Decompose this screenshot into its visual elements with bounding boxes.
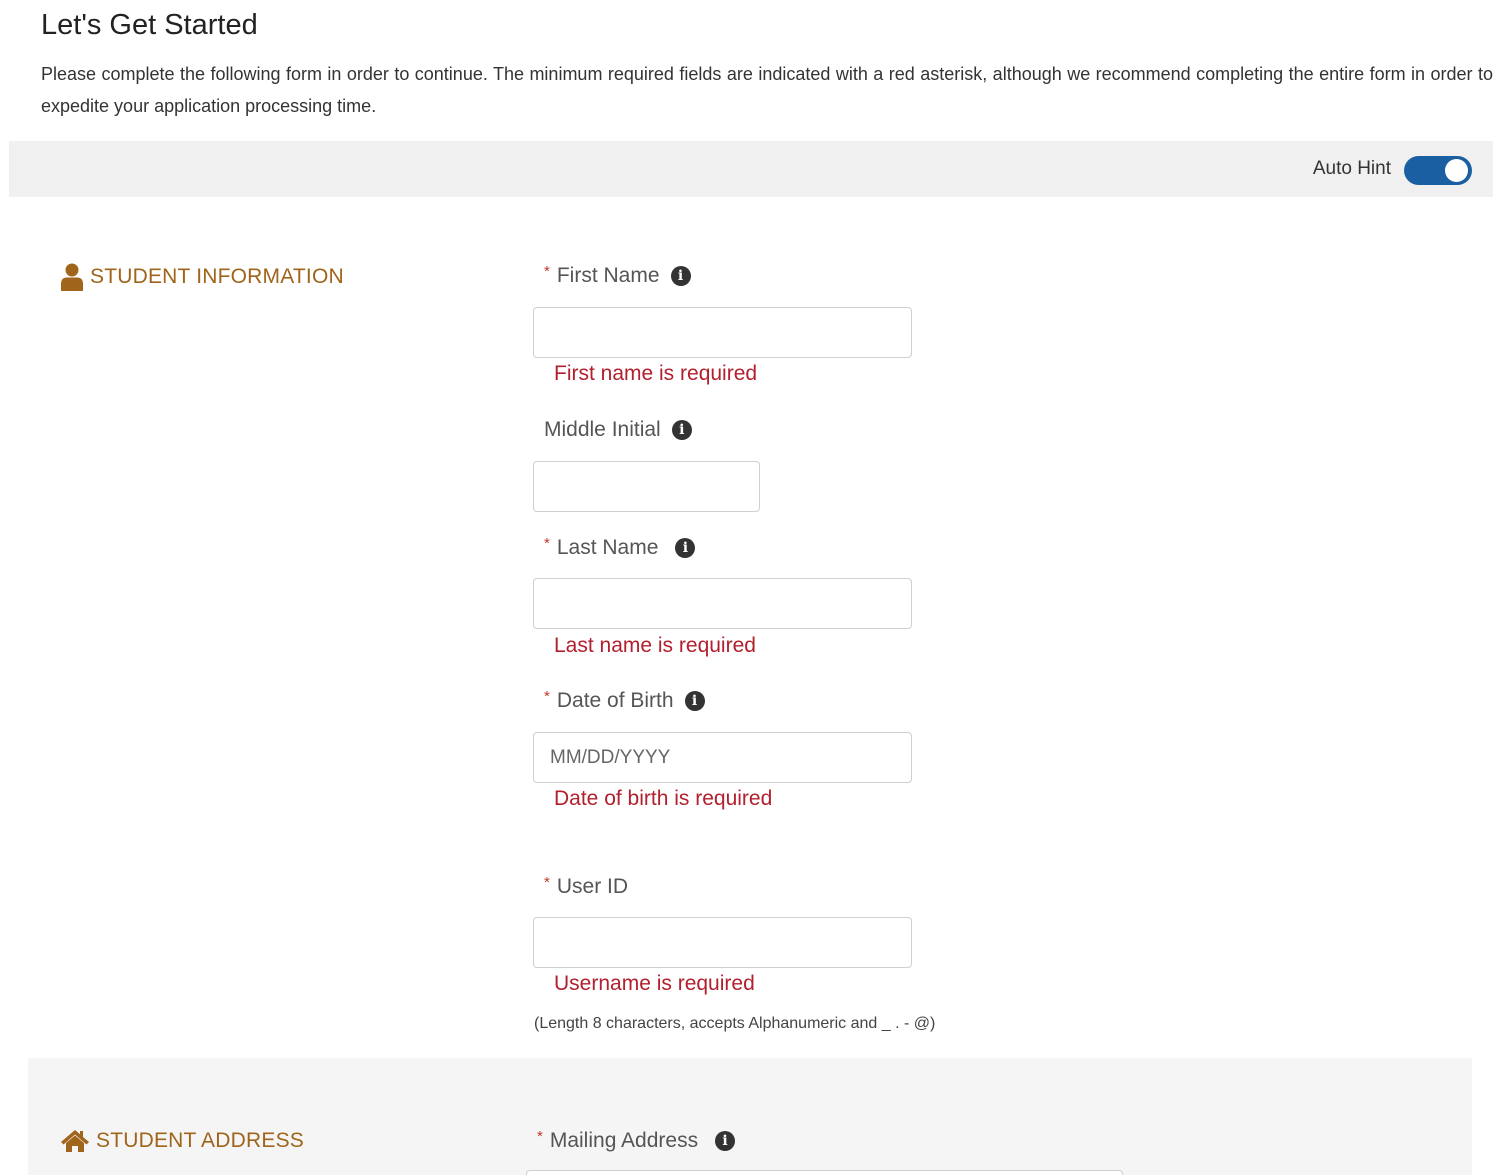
info-icon[interactable]: i [670, 266, 691, 286]
date-of-birth-error: Date of birth is required [554, 787, 773, 810]
label-text: Date of Birth [556, 689, 674, 712]
user-icon [61, 263, 83, 291]
user-id-help-text: (Length 8 characters, accepts Alphanumer… [534, 1015, 936, 1032]
toggle-knob [1445, 159, 1468, 182]
date-of-birth-label: * Date of Birth i [544, 687, 705, 713]
first-name-label: * First Name i [544, 262, 691, 288]
application-form-page: Let's Get Started Please complete the fo… [0, 0, 1511, 1175]
student-address-section [28, 1058, 1472, 1175]
date-of-birth-input[interactable] [533, 732, 912, 783]
info-icon[interactable]: i [675, 538, 696, 558]
label-text: Last Name [556, 536, 659, 559]
info-icon[interactable]: i [684, 691, 705, 711]
info-icon[interactable]: i [671, 420, 692, 440]
page-title: Let's Get Started [41, 9, 258, 41]
mailing-address-input[interactable] [526, 1170, 1123, 1175]
middle-initial-label: Middle Initial i [544, 418, 692, 442]
label-text: Mailing Address [549, 1129, 699, 1152]
first-name-error: First name is required [554, 362, 758, 385]
auto-hint-toggle[interactable] [1404, 156, 1472, 185]
section-title: STUDENT INFORMATION [90, 265, 344, 288]
middle-initial-input[interactable] [533, 461, 760, 512]
required-asterisk: * [544, 687, 550, 705]
required-asterisk: * [537, 1127, 543, 1145]
label-text: First Name [556, 264, 660, 287]
student-information-heading: STUDENT INFORMATION [60, 263, 344, 291]
section-title: STUDENT ADDRESS [96, 1129, 304, 1152]
info-icon[interactable]: i [715, 1131, 736, 1151]
user-id-input[interactable] [533, 917, 912, 968]
last-name-input[interactable] [533, 578, 912, 629]
user-id-error: Username is required [554, 972, 755, 995]
student-address-heading: STUDENT ADDRESS [60, 1129, 304, 1153]
home-icon [61, 1130, 89, 1152]
first-name-input[interactable] [533, 307, 912, 358]
mailing-address-label: * Mailing Address i [537, 1127, 736, 1153]
required-asterisk: * [544, 873, 550, 891]
label-text: User ID [556, 875, 629, 898]
required-asterisk: * [544, 262, 550, 280]
auto-hint-bar: Auto Hint [9, 141, 1493, 197]
last-name-error: Last name is required [554, 634, 756, 657]
label-text: Middle Initial [544, 418, 661, 441]
auto-hint-label: Auto Hint [1312, 158, 1391, 179]
required-asterisk: * [544, 534, 550, 552]
last-name-label: * Last Name i [544, 534, 696, 560]
user-id-label: * User ID [544, 873, 629, 899]
intro-text: Please complete the following form in or… [41, 64, 1493, 116]
